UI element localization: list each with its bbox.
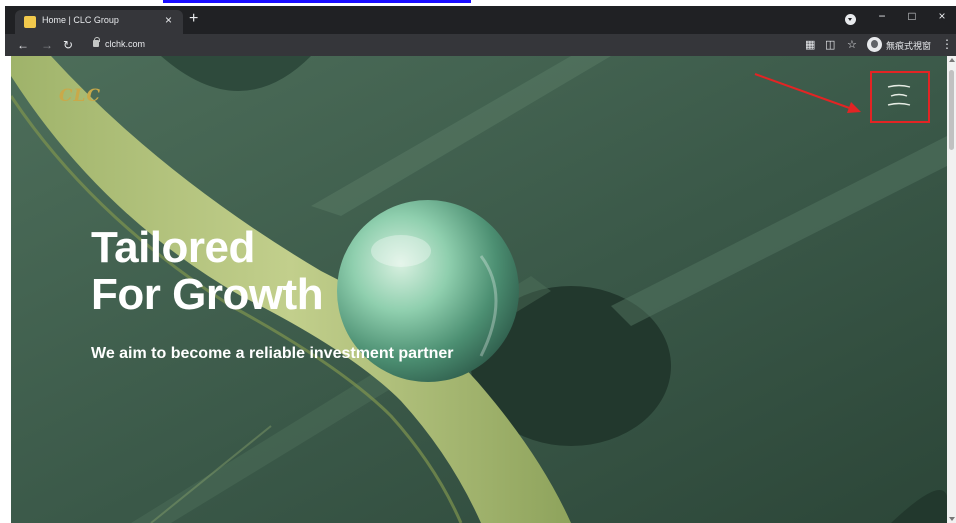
left-margin <box>0 0 5 523</box>
browser-menu-button[interactable]: ⋮ <box>941 36 953 52</box>
hamburger-menu-button[interactable] <box>870 71 930 123</box>
lock-icon[interactable] <box>93 37 100 47</box>
scroll-up-icon[interactable] <box>949 58 955 62</box>
incognito-avatar[interactable] <box>867 37 882 52</box>
close-window-button[interactable]: × <box>933 8 951 24</box>
browser-titlebar: Home | CLC Group × + − □ × <box>5 6 956 34</box>
page-viewport: CLC Tailored For Growth We aim to become… <box>11 56 947 523</box>
scroll-thumb[interactable] <box>949 70 954 150</box>
scroll-down-icon[interactable] <box>949 517 955 521</box>
favicon-icon <box>24 16 36 28</box>
incognito-label[interactable]: 無痕式視窗 <box>886 39 931 52</box>
hamburger-menu-icon <box>887 84 911 106</box>
translate-icon[interactable]: ◫ <box>825 37 835 53</box>
hero-title: Tailored For Growth <box>91 223 324 319</box>
hero-title-line-2: For Growth <box>91 270 324 319</box>
clc-logo[interactable]: CLC <box>59 86 101 106</box>
annotation-arrow-icon <box>754 73 861 113</box>
browser-tab[interactable]: Home | CLC Group × <box>15 10 183 34</box>
qr-code-icon[interactable]: ▦ <box>805 37 815 53</box>
maximize-button[interactable]: □ <box>903 8 921 24</box>
browser-toolbar: ← → ↻ clchk.com ▦ ◫ ☆ 無痕式視窗 ⋮ <box>5 34 956 56</box>
tab-close-button[interactable]: × <box>165 13 172 27</box>
new-tab-button[interactable]: + <box>189 10 198 28</box>
star-icon[interactable]: ☆ <box>847 37 857 53</box>
hero-title-line-1: Tailored <box>91 223 255 272</box>
minimize-button[interactable]: − <box>873 8 891 24</box>
hero-subtitle: We aim to become a reliable investment p… <box>91 345 454 362</box>
tab-title: Home | CLC Group <box>42 15 119 25</box>
forward-button[interactable]: → <box>41 37 53 53</box>
address-bar[interactable]: clchk.com <box>105 39 145 49</box>
back-button[interactable]: ← <box>17 37 29 53</box>
reload-button[interactable]: ↻ <box>63 37 73 53</box>
tab-search-button[interactable] <box>845 14 856 25</box>
page-scrollbar[interactable] <box>947 56 956 523</box>
document-hyperlink[interactable] <box>163 0 471 3</box>
